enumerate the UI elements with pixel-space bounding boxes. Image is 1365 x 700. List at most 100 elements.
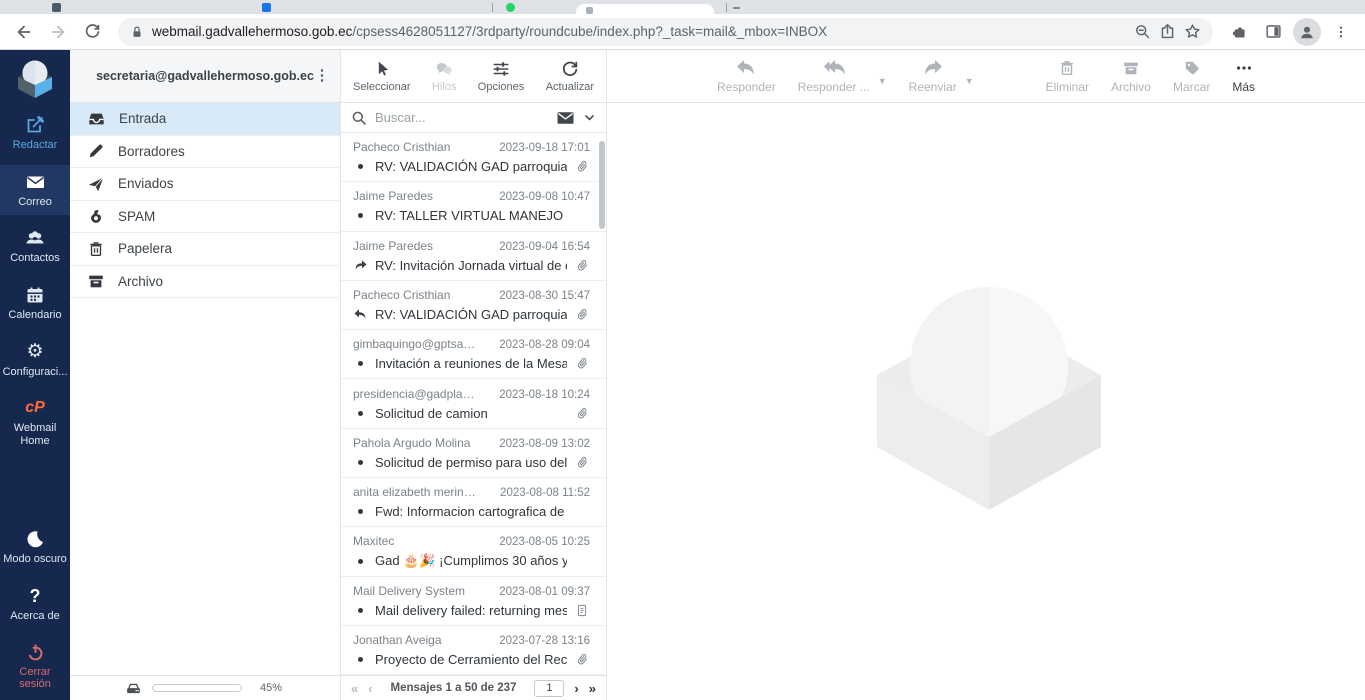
prev-page-button[interactable]: ‹ — [368, 681, 372, 696]
gear-icon: ⚙ — [26, 342, 43, 362]
message-row[interactable]: Jonathan Aveiga2023-07-28 13:16 Proyecto… — [341, 626, 606, 675]
reply-all-label: Responder ... — [798, 80, 870, 94]
browser-tab-favicon[interactable] — [506, 3, 515, 12]
forward-mail-icon — [922, 59, 944, 77]
message-row[interactable]: Pacheco Cristhian2023-09-18 17:01 RV: VA… — [341, 133, 606, 182]
first-page-button[interactable]: « — [351, 681, 358, 696]
message-date: 2023-09-08 10:47 — [499, 191, 590, 203]
pagination-bar: « ‹ Mensajes 1 a 50 de 237 › » — [341, 675, 606, 700]
browser-tab-favicon[interactable] — [52, 3, 61, 12]
nav-webmail-home[interactable]: cP Webmail Home — [0, 391, 70, 454]
select-button[interactable]: Seleccionar — [353, 60, 410, 93]
folder-sent[interactable]: Enviados — [70, 168, 340, 201]
paperclip-icon — [574, 307, 590, 322]
message-subject: Mail delivery failed: returning mess… — [375, 603, 567, 618]
message-row[interactable]: Pacheco Cristhian2023-08-30 15:47 RV: VA… — [341, 281, 606, 330]
message-row[interactable]: Mail Delivery System2023-08-01 09:37 Mai… — [341, 577, 606, 626]
quota-footer: 45% — [70, 675, 340, 700]
nav-calendar[interactable]: Calendario — [0, 278, 70, 329]
nav-compose[interactable]: Redactar — [0, 108, 70, 159]
paperclip-icon — [574, 652, 590, 667]
unread-dot[interactable] — [353, 361, 368, 366]
forward-dropdown-chevron[interactable]: ▼ — [965, 76, 974, 86]
browser-menu-button[interactable] — [1327, 18, 1355, 46]
message-date: 2023-08-05 10:25 — [499, 536, 590, 548]
unread-dot[interactable] — [353, 657, 368, 662]
list-scrollbar-thumb[interactable] — [599, 141, 605, 229]
threads-button[interactable]: Hilos — [432, 60, 456, 93]
options-button[interactable]: Opciones — [478, 60, 524, 93]
extensions-button[interactable] — [1225, 18, 1253, 46]
browser-active-tab[interactable] — [576, 4, 714, 14]
more-button[interactable]: Más — [1232, 59, 1255, 94]
search-options-chevron-icon[interactable] — [583, 111, 596, 124]
side-panel-button[interactable] — [1259, 18, 1287, 46]
nav-settings-label: Configuraci... — [3, 366, 68, 379]
new-tab-button[interactable] — [733, 7, 740, 9]
folder-spam[interactable]: SPAM — [70, 201, 340, 234]
message-row[interactable]: Jaime Paredes2023-09-08 10:47 RV: TALLER… — [341, 182, 606, 231]
nav-contacts[interactable]: Contactos — [0, 221, 70, 272]
refresh-button[interactable]: Actualizar — [546, 60, 594, 93]
bookmark-star-icon[interactable] — [1184, 23, 1201, 40]
delete-button[interactable]: Eliminar — [1046, 59, 1089, 94]
folder-options-menu-button[interactable]: ⋮ — [314, 73, 330, 79]
unread-dot[interactable] — [353, 608, 368, 613]
message-row[interactable]: presidencia@gadpla…2023-08-18 10:24 Soli… — [341, 379, 606, 428]
folder-inbox[interactable]: Entrada — [70, 103, 340, 136]
folder-archive[interactable]: Archivo — [70, 266, 340, 299]
message-row[interactable]: anita elizabeth merin…2023-08-08 11:52 F… — [341, 478, 606, 527]
nav-logout[interactable]: Cerrar sesión — [0, 636, 70, 698]
nav-mail[interactable]: Correo — [0, 165, 70, 216]
unread-dot[interactable] — [353, 559, 368, 564]
archive-button[interactable]: Archivo — [1111, 59, 1151, 94]
disk-icon[interactable] — [125, 680, 142, 697]
question-icon: ? — [30, 586, 41, 606]
nav-settings[interactable]: ⚙ Configuraci... — [0, 335, 70, 386]
archive-icon — [87, 272, 105, 290]
unread-dot[interactable] — [353, 460, 368, 465]
message-date: 2023-08-08 11:52 — [500, 487, 590, 499]
nav-compose-label: Redactar — [13, 139, 58, 152]
search-scope-mail-icon[interactable] — [556, 110, 575, 126]
unread-dot[interactable] — [353, 164, 368, 169]
search-input[interactable] — [375, 110, 548, 125]
folder-drafts[interactable]: Borradores — [70, 136, 340, 169]
content-toolbar: Responder Responder ... ▼ Reenviar ▼ Eli… — [607, 50, 1365, 103]
share-icon[interactable] — [1159, 23, 1176, 40]
paperclip-icon — [574, 455, 590, 470]
select-label: Seleccionar — [353, 81, 410, 93]
more-dots-icon — [1235, 59, 1253, 77]
next-page-button[interactable]: › — [574, 681, 578, 696]
profile-avatar[interactable] — [1293, 18, 1321, 46]
nav-dark-mode[interactable]: Modo oscuro — [0, 522, 70, 573]
message-row[interactable]: gimbaquingo@gptsa…2023-08-28 09:04 Invit… — [341, 330, 606, 379]
reply-icon — [735, 59, 757, 77]
message-subject: Fwd: Informacion cartografica de la… — [375, 504, 567, 519]
browser-tab-favicon[interactable] — [262, 3, 271, 12]
nav-about[interactable]: ? Acerca de — [0, 579, 70, 630]
roundcube-app: Redactar Correo Contactos Calendario ⚙ C… — [0, 50, 1365, 700]
reply-button[interactable]: Responder — [717, 59, 776, 94]
reload-button[interactable] — [78, 18, 106, 46]
zoom-out-icon[interactable] — [1134, 23, 1151, 40]
folder-trash[interactable]: Papelera — [70, 233, 340, 266]
forward-button-mail[interactable]: Reenviar — [909, 59, 957, 94]
page-number-input[interactable] — [534, 680, 564, 697]
reply-all-dropdown-chevron[interactable]: ▼ — [878, 76, 887, 86]
unread-dot[interactable] — [353, 509, 368, 514]
url-bar[interactable]: webmail.gadvallehermoso.gob.ec/cpsess462… — [118, 18, 1213, 46]
message-row[interactable]: Jaime Paredes2023-09-04 16:54 RV: Invita… — [341, 232, 606, 281]
unread-dot[interactable] — [353, 411, 368, 416]
message-subject: Solicitud de permiso para uso del A… — [375, 455, 567, 470]
mark-button[interactable]: Marcar — [1173, 59, 1210, 94]
forward-button[interactable] — [44, 18, 72, 46]
unread-dot[interactable] — [353, 213, 368, 218]
back-button[interactable] — [10, 18, 38, 46]
message-row[interactable]: Maxitec2023-08-05 10:25 Gad 🎂🎉 ¡Cumplimo… — [341, 527, 606, 576]
message-list-panel: Seleccionar Hilos Opciones Actualizar — [341, 50, 607, 700]
reply-all-button[interactable]: Responder ... — [798, 59, 870, 94]
message-row[interactable]: Pahola Argudo Molina2023-08-09 13:02 Sol… — [341, 429, 606, 478]
folder-label: Papelera — [118, 241, 172, 256]
last-page-button[interactable]: » — [589, 681, 596, 696]
